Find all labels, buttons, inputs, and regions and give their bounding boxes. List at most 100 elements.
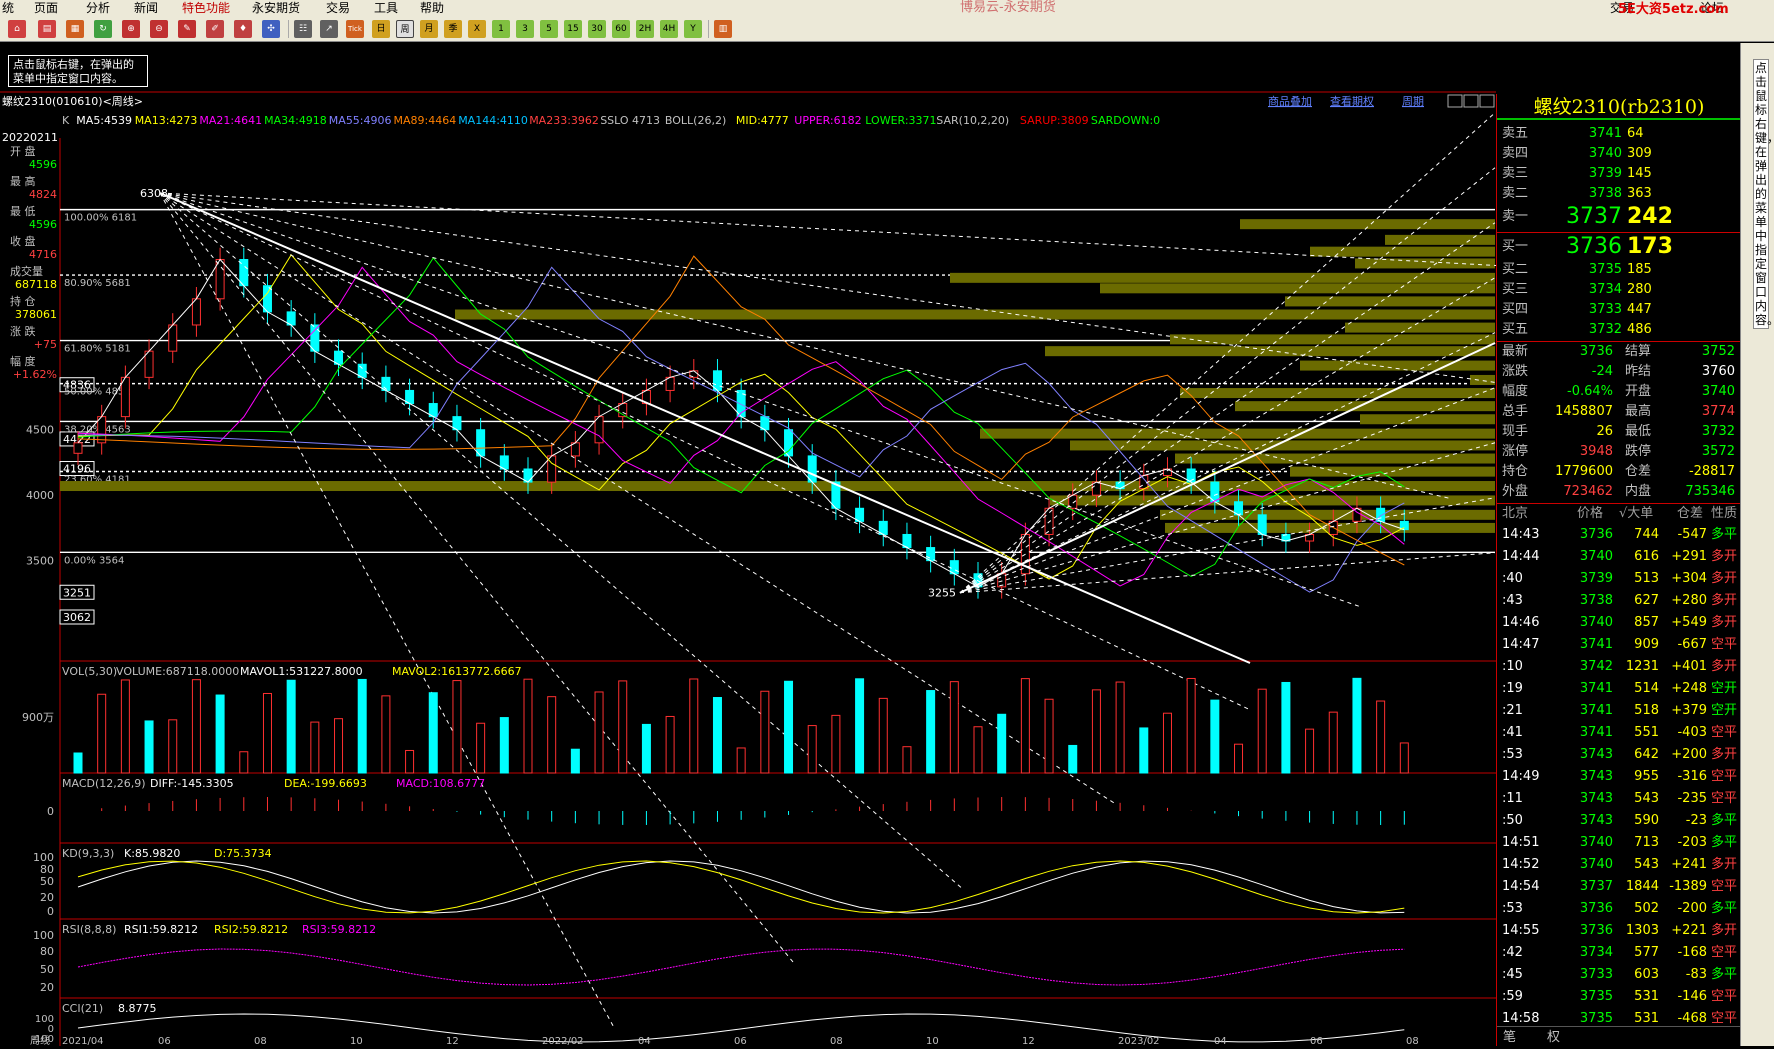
tool-icon[interactable]: ✣ xyxy=(262,20,280,38)
volume-bar xyxy=(1328,711,1338,774)
stat-row-1: 涨跌 -24 昨结 3760 xyxy=(1497,362,1741,382)
volume-profile-bar-12 xyxy=(1470,374,1495,385)
date-label-12: 2023/02 xyxy=(1118,1036,1160,1046)
tick-row: :40 3739 513 +304 多开 xyxy=(1497,568,1741,590)
ask-row-4: 卖一 3737 242 xyxy=(1497,204,1741,230)
m15-button[interactable]: 15 xyxy=(564,20,582,38)
day-button[interactable]: 日 xyxy=(372,20,390,38)
quarter-button[interactable]: 季 xyxy=(444,20,462,38)
volume-profile-bar-8 xyxy=(1345,322,1495,333)
bid-price: 3732 xyxy=(1588,322,1622,337)
table-icon[interactable]: ☷ xyxy=(294,20,312,38)
date-label-0: 周线 xyxy=(30,1034,50,1046)
m60-button[interactable]: 60 xyxy=(612,20,630,38)
h2-button[interactable]: 2H xyxy=(636,20,654,38)
m30-button[interactable]: 30 xyxy=(588,20,606,38)
macd-header-0: MACD(12,26,9) xyxy=(62,777,146,790)
sidebar-hint: 点击鼠标右键，在弹出的菜单中指定窗口内容。 xyxy=(1753,59,1774,329)
bid-vol: 447 xyxy=(1627,302,1652,317)
tick-oi-change: -168 xyxy=(1677,945,1707,960)
tick-nature: 多平 xyxy=(1711,835,1738,850)
m3-button[interactable]: 3 xyxy=(516,20,534,38)
main-indicator-4: MA34:4918 xyxy=(264,114,327,127)
ask-price: 3738 xyxy=(1588,186,1622,201)
tick-volume: 502 xyxy=(1634,901,1659,916)
volume-bar xyxy=(1376,700,1386,774)
calc-icon[interactable]: ▥ xyxy=(714,20,732,38)
volume-profile-bar-4 xyxy=(950,272,1495,283)
volume-bar xyxy=(310,721,320,774)
page-icon[interactable]: ▤ xyxy=(38,20,56,38)
pen-icon[interactable]: ✎ xyxy=(178,20,196,38)
tick-price: 3741 xyxy=(1579,703,1613,718)
info-value-4: 687118 xyxy=(15,278,57,291)
ask-row-2: 卖三 3739 145 xyxy=(1497,164,1741,184)
volume-bar xyxy=(1162,712,1172,774)
menu-yongan[interactable]: 永安期货 xyxy=(252,0,300,16)
trend-line-down xyxy=(159,192,1251,664)
stat-value: 26 xyxy=(1596,424,1613,439)
tick-time: 14:46 xyxy=(1502,615,1540,630)
volume-bar xyxy=(855,678,865,774)
tick-time: 14:55 xyxy=(1502,923,1540,938)
kd-header-2: D:75.3734 xyxy=(214,847,272,860)
main-indicator-14: SAR(10,2,20) xyxy=(936,114,1009,127)
tick-price: 3740 xyxy=(1579,549,1613,564)
tick-oi-change: -403 xyxy=(1677,725,1707,740)
main-indicator-0: K xyxy=(62,114,70,127)
date-label-6: 2022/02 xyxy=(542,1036,584,1046)
home-icon[interactable]: ⌂ xyxy=(8,20,26,38)
menu-trade[interactable]: 交易 xyxy=(326,0,350,16)
menu-help[interactable]: 帮助 xyxy=(420,0,444,16)
refresh-icon[interactable]: ↻ xyxy=(94,20,112,38)
bid-row-3: 买四 3733 447 xyxy=(1497,300,1741,320)
menu-analysis[interactable]: 分析 xyxy=(86,0,110,16)
menu-tools[interactable]: 工具 xyxy=(374,0,398,16)
chart-area[interactable]: 点击鼠标右键，在弹出的菜单中指定窗口内容。 螺纹2310(010610)<周线>… xyxy=(0,43,1740,1046)
main-indicator-16: SARDOWN:0 xyxy=(1091,114,1160,127)
ask-bid-divider xyxy=(1497,232,1741,233)
tick-oi-change: -1389 xyxy=(1669,879,1707,894)
menu-system[interactable]: 统 xyxy=(2,0,14,16)
tick-icon[interactable]: Tick xyxy=(346,20,364,38)
h4-button[interactable]: 4H xyxy=(660,20,678,38)
m1-button[interactable]: 1 xyxy=(492,20,510,38)
stat-label: 涨跌 xyxy=(1502,364,1529,379)
tick-row: 14:49 3743 955 -316 空平 xyxy=(1497,766,1741,788)
bid-label: 买四 xyxy=(1502,302,1529,317)
tick-oi-change: +291 xyxy=(1671,549,1707,564)
menu-page[interactable]: 页面 xyxy=(34,0,58,16)
chart-svg[interactable]: 螺纹2310(010610)<周线> 商品叠加 查看期权 周期K MA5:4539 MA1… xyxy=(0,43,1496,1046)
trend-icon[interactable]: ↗ xyxy=(320,20,338,38)
vol-header-3: MAVOL2:1613772.6667 xyxy=(392,665,522,678)
tick-price: 3740 xyxy=(1579,615,1613,630)
macd-header-3: MACD:108.6777 xyxy=(396,777,485,790)
volume-bar xyxy=(594,691,604,774)
stat-row-6: 持仓 1779600 仓差 -28817 xyxy=(1497,462,1741,482)
volume-profile-bar-2 xyxy=(1310,246,1495,257)
zoom-out-icon[interactable]: ⊖ xyxy=(150,20,168,38)
stat-value: 3572 xyxy=(1701,444,1735,459)
price-tick-1: 4000 xyxy=(26,489,54,502)
menu-news[interactable]: 新闻 xyxy=(134,0,158,16)
info-label-1: 最 高 xyxy=(10,174,36,188)
layout-icon[interactable]: ▦ xyxy=(66,20,84,38)
week-button[interactable]: 周 xyxy=(396,20,414,38)
m5-button[interactable]: 5 xyxy=(540,20,558,38)
tick-nature: 空平 xyxy=(1711,989,1738,1004)
tick-price: 3743 xyxy=(1579,813,1613,828)
main-indicator-7: MA144:4110 xyxy=(458,114,528,127)
paint-icon[interactable]: ✐ xyxy=(206,20,224,38)
month-button[interactable]: 月 xyxy=(420,20,438,38)
tick-time: :11 xyxy=(1502,791,1523,806)
info-label-4: 成交量 xyxy=(10,264,43,278)
indicator-icon[interactable]: ♦ xyxy=(234,20,252,38)
x-button[interactable]: X xyxy=(468,20,486,38)
zoom-in-icon[interactable]: ⊕ xyxy=(122,20,140,38)
date-label-4: 10 xyxy=(350,1036,363,1046)
menu-special[interactable]: 特色功能 xyxy=(182,0,230,16)
y-button[interactable]: Y xyxy=(684,20,702,38)
tick-nature: 多开 xyxy=(1711,659,1738,674)
tick-row: :21 3741 518 +379 空开 xyxy=(1497,700,1741,722)
tick-nature: 多开 xyxy=(1711,593,1738,608)
